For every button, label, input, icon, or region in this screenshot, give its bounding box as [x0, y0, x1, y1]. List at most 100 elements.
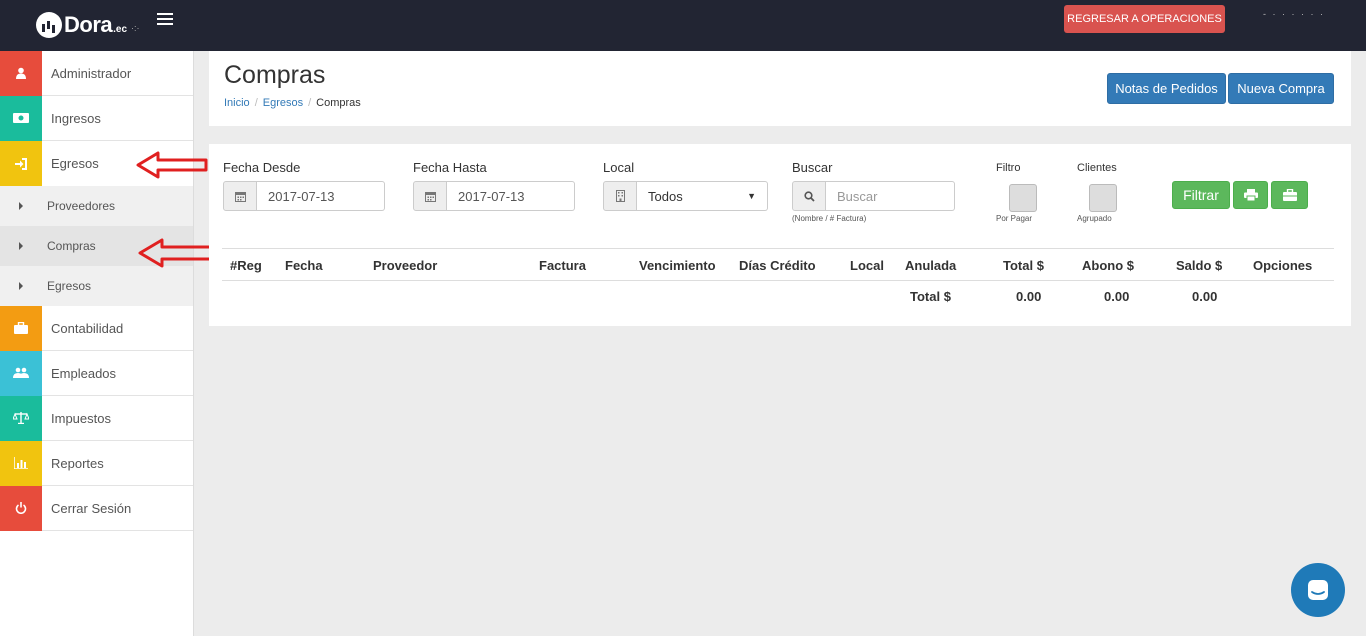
- sidebar-item-label: Reportes: [51, 455, 104, 471]
- annotation-arrow-compras: [138, 238, 218, 268]
- notas-de-pedidos-button[interactable]: Notas de Pedidos: [1107, 73, 1226, 104]
- col-abono: Abono $: [1082, 258, 1134, 273]
- logo-suffix: .ec: [113, 23, 128, 35]
- fecha-hasta-group: 2017-07-13: [413, 181, 575, 211]
- logo-icon: [36, 12, 62, 38]
- sidebar-item-label: Cerrar Sesión: [51, 500, 132, 516]
- user-icon: [0, 50, 42, 96]
- print-button[interactable]: [1233, 181, 1268, 209]
- sidebar-item-label: Empleados: [51, 365, 117, 381]
- col-total: Total $: [1003, 258, 1044, 273]
- col-anulada: Anulada: [905, 258, 957, 273]
- table-header: #Reg Fecha Proveedor Factura Vencimiento…: [222, 248, 1334, 281]
- power-icon: [0, 485, 42, 531]
- calendar-icon[interactable]: [223, 181, 257, 211]
- col-reg: #Reg: [230, 258, 262, 273]
- por-pagar-toggle[interactable]: [1009, 184, 1037, 212]
- hamburger-menu-icon[interactable]: [157, 13, 173, 27]
- col-dias-credito: Días Crédito: [739, 258, 816, 273]
- sidebar-item-impuestos[interactable]: Impuestos: [0, 395, 193, 441]
- export-button[interactable]: [1271, 181, 1308, 209]
- dropdown-arrow-icon: ▼: [747, 191, 756, 201]
- building-icon: [603, 181, 637, 211]
- sidebar-item-label: Egresos: [51, 156, 99, 171]
- nueva-compra-button[interactable]: Nueva Compra: [1228, 73, 1334, 104]
- sidebar-item-ingresos[interactable]: Ingresos: [0, 95, 193, 141]
- filter-panel: Fecha Desde 2017-07-13 Fecha Hasta 2017-…: [209, 144, 1351, 326]
- filtro-label: Filtro: [996, 162, 1021, 174]
- chat-icon: [1308, 580, 1328, 600]
- logo[interactable]: Dora .ec ·:·: [36, 12, 140, 38]
- sidebar-item-cerrar-sesion[interactable]: Cerrar Sesión: [0, 485, 193, 531]
- local-select[interactable]: Todos ▼: [637, 181, 768, 211]
- submenu-item-label: Compras: [47, 239, 96, 253]
- buscar-input[interactable]: Buscar: [826, 181, 955, 211]
- fecha-desde-label: Fecha Desde: [223, 160, 301, 175]
- caret-right-icon: [19, 282, 23, 290]
- logo-dots: ·:·: [131, 23, 140, 33]
- breadcrumb-current: Compras: [316, 97, 361, 109]
- breadcrumb-inicio[interactable]: Inicio: [224, 97, 250, 109]
- local-label: Local: [603, 160, 635, 175]
- users-icon: [0, 350, 42, 396]
- regresar-operaciones-button[interactable]: REGRESAR A OPERACIONES: [1064, 5, 1225, 33]
- chat-button[interactable]: [1291, 563, 1345, 617]
- col-factura: Factura: [539, 258, 586, 273]
- briefcase-icon: [0, 305, 42, 351]
- sidebar-item-label: Contabilidad: [51, 320, 124, 336]
- footer-saldo-value: 0.00: [1192, 289, 1218, 304]
- agrupado-hint: Agrupado: [1077, 214, 1112, 223]
- calendar-icon[interactable]: [413, 181, 447, 211]
- money-icon: [0, 95, 42, 141]
- logo-text: Dora: [64, 12, 113, 37]
- col-saldo: Saldo $: [1176, 258, 1223, 273]
- sidebar-item-empleados[interactable]: Empleados: [0, 350, 193, 396]
- fecha-hasta-input[interactable]: 2017-07-13: [447, 181, 575, 211]
- user-info[interactable]: - · · · · · ·: [1263, 9, 1325, 19]
- caret-right-icon: [19, 242, 23, 250]
- bar-chart-icon: [0, 440, 42, 486]
- caret-right-icon: [19, 202, 23, 210]
- sidebar-item-contabilidad[interactable]: Contabilidad: [0, 305, 193, 351]
- sidebar-item-label: Impuestos: [51, 410, 111, 426]
- col-fecha: Fecha: [285, 258, 323, 273]
- balance-scale-icon: [0, 395, 42, 441]
- sidebar-item-label: Ingresos: [51, 110, 101, 126]
- filtrar-button[interactable]: Filtrar: [1172, 181, 1230, 209]
- sidebar: Administrador Ingresos Egresos Proveedor…: [0, 50, 194, 636]
- search-icon: [792, 181, 826, 211]
- submenu-item-label: Egresos: [47, 279, 92, 293]
- footer-total-label: Total $: [910, 289, 951, 304]
- submenu-item-egresos[interactable]: Egresos: [0, 266, 193, 306]
- col-opciones: Opciones: [1253, 258, 1313, 273]
- buscar-label: Buscar: [792, 160, 833, 175]
- fecha-hasta-label: Fecha Hasta: [413, 160, 487, 175]
- sidebar-item-label: Administrador: [51, 65, 132, 81]
- briefcase-icon: [1282, 189, 1297, 201]
- submenu-item-label: Proveedores: [47, 199, 116, 213]
- footer-total-value: 0.00: [1016, 289, 1042, 304]
- agrupado-toggle[interactable]: [1089, 184, 1117, 212]
- submenu-item-proveedores[interactable]: Proveedores: [0, 186, 193, 226]
- por-pagar-hint: Por Pagar: [996, 214, 1033, 223]
- sidebar-item-reportes[interactable]: Reportes: [0, 440, 193, 486]
- sign-in-icon: [0, 141, 42, 186]
- table-footer-row: Total $ 0.00 0.00 0.00: [222, 281, 1334, 311]
- breadcrumb-egresos[interactable]: Egresos: [263, 97, 303, 109]
- local-group: Todos ▼: [603, 181, 768, 211]
- page-title: Compras: [224, 61, 326, 89]
- buscar-group: Buscar: [792, 181, 955, 211]
- col-local: Local: [850, 258, 884, 273]
- annotation-arrow-egresos: [136, 151, 208, 179]
- breadcrumb: Inicio / Egresos / Compras: [224, 97, 361, 109]
- clientes-label: Clientes: [1077, 162, 1117, 174]
- fecha-desde-input[interactable]: 2017-07-13: [257, 181, 385, 211]
- fecha-desde-group: 2017-07-13: [223, 181, 385, 211]
- col-vencimiento: Vencimiento: [639, 258, 716, 273]
- footer-abono-value: 0.00: [1104, 289, 1130, 304]
- local-select-value: Todos: [648, 188, 683, 204]
- col-proveedor: Proveedor: [373, 258, 438, 273]
- print-icon: [1243, 189, 1258, 201]
- sidebar-item-administrador[interactable]: Administrador: [0, 50, 193, 96]
- top-navbar: Dora .ec ·:· REGRESAR A OPERACIONES - · …: [0, 0, 1366, 51]
